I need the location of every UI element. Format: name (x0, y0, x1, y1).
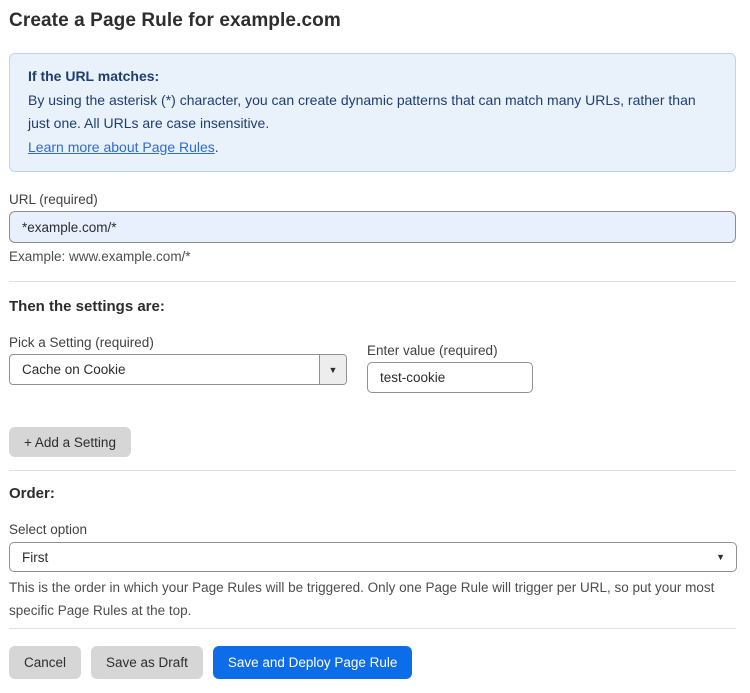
cancel-button[interactable]: Cancel (9, 646, 82, 679)
page-rule-form: Create a Page Rule for example.com If th… (0, 0, 750, 679)
order-section-heading: Order: (9, 485, 55, 502)
info-box-body: By using the asterisk (*) character, you… (28, 91, 696, 132)
info-box-heading: If the URL matches: (28, 68, 160, 84)
chevron-down-icon[interactable]: ▼ (319, 355, 346, 384)
section-divider (9, 470, 736, 471)
info-box-link-line: Learn more about Page Rules. (28, 136, 717, 160)
order-select-label: Select option (9, 522, 88, 537)
save-as-draft-button[interactable]: Save as Draft (91, 646, 203, 679)
setting-value-column: Enter value (required) (367, 323, 533, 393)
setting-value-input[interactable] (367, 362, 533, 393)
learn-more-link[interactable]: Learn more about Page Rules (28, 139, 215, 155)
settings-section-heading: Then the settings are: (9, 298, 165, 315)
order-select[interactable]: First ▼ (9, 542, 737, 572)
chevron-down-icon: ▼ (716, 552, 725, 562)
url-match-info-box: If the URL matches: By using the asteris… (9, 53, 736, 172)
page-title: Create a Page Rule for example.com (9, 10, 341, 31)
setting-select-label: Pick a Setting (required) (9, 335, 154, 350)
footer-actions: Cancel Save as Draft Save and Deploy Pag… (9, 646, 736, 679)
section-divider (9, 281, 736, 282)
setting-picker-column: Pick a Setting (required) Cache on Cooki… (9, 315, 367, 393)
footer-divider (9, 628, 736, 629)
setting-select-value: Cache on Cookie (22, 362, 126, 377)
settings-row: Pick a Setting (required) Cache on Cooki… (9, 315, 736, 393)
value-field-label: Enter value (required) (367, 343, 498, 358)
setting-select[interactable]: Cache on Cookie ▼ (9, 354, 347, 385)
url-input[interactable] (9, 211, 736, 243)
order-select-value: First (22, 549, 49, 565)
save-and-deploy-button[interactable]: Save and Deploy Page Rule (212, 646, 413, 679)
add-setting-button[interactable]: + Add a Setting (9, 427, 131, 457)
url-field-label: URL (required) (9, 192, 98, 207)
order-helper-text: This is the order in which your Page Rul… (9, 580, 715, 618)
url-field-helper: Example: www.example.com/* (9, 249, 191, 264)
link-suffix: . (214, 138, 219, 155)
